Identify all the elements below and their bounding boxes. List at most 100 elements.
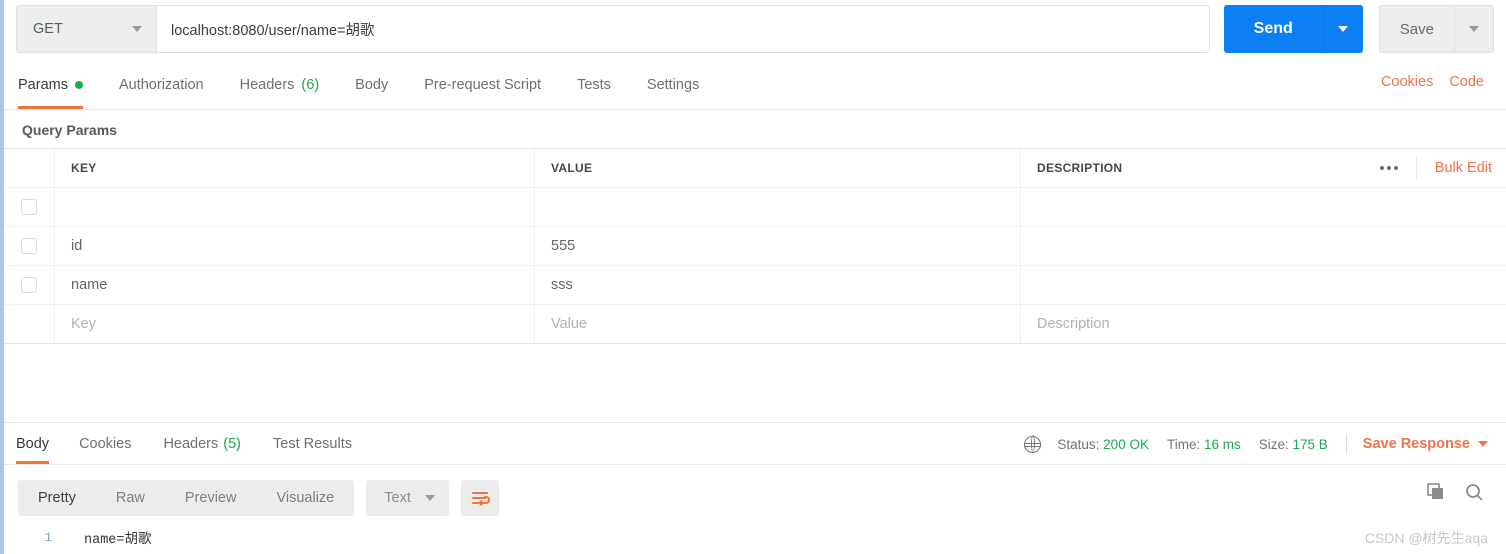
tab-label: Body xyxy=(355,76,389,93)
tab-body[interactable]: Body xyxy=(337,60,406,109)
vertical-divider xyxy=(1345,434,1347,454)
tab-params[interactable]: Params xyxy=(4,60,101,109)
save-response-label: Save Response xyxy=(1362,436,1470,452)
row-checkbox-cell xyxy=(4,266,55,304)
chevron-down-icon xyxy=(1478,441,1488,447)
tab-label: Cookies xyxy=(79,435,132,452)
http-method-select[interactable]: GET xyxy=(16,5,156,53)
row-checkbox-cell xyxy=(4,188,55,226)
table-row[interactable]: id 555 xyxy=(4,227,1506,266)
tab-label: Params xyxy=(18,76,68,93)
size-value: 175 B xyxy=(1292,436,1328,452)
http-method-label: GET xyxy=(33,21,63,37)
more-options-icon[interactable] xyxy=(1362,157,1417,179)
globe-icon xyxy=(1023,435,1042,453)
row-value-cell[interactable]: 555 xyxy=(535,227,1021,265)
tab-tests[interactable]: Tests xyxy=(559,60,629,109)
view-mode-preview[interactable]: Preview xyxy=(165,480,257,516)
save-options-button[interactable] xyxy=(1454,5,1494,53)
row-description-cell[interactable] xyxy=(1021,266,1506,304)
chevron-down-icon xyxy=(132,26,142,32)
tab-label: Settings xyxy=(646,76,700,93)
cookies-link[interactable]: Cookies xyxy=(1381,74,1433,90)
table-header-tools: Bulk Edit xyxy=(1362,149,1492,187)
view-mode-pretty[interactable]: Pretty xyxy=(18,480,96,516)
response-size-group: Size: 175 B xyxy=(1259,437,1328,452)
table-header-row: KEY VALUE DESCRIPTION Bulk Edit xyxy=(4,149,1506,188)
save-button[interactable]: Save xyxy=(1378,5,1454,53)
new-value-placeholder: Value xyxy=(551,316,588,332)
code-link[interactable]: Code xyxy=(1449,74,1484,90)
word-wrap-icon xyxy=(471,492,490,507)
row-description-cell[interactable] xyxy=(1021,188,1506,226)
search-icon[interactable] xyxy=(1464,482,1484,502)
row-key-value: name xyxy=(71,277,108,293)
tab-label: Headers xyxy=(163,435,219,452)
line-number: 1 xyxy=(44,529,52,545)
status-code-group: Status: 200 OK xyxy=(1057,437,1149,452)
row-checkbox-cell xyxy=(4,227,55,265)
column-header-key: KEY xyxy=(71,161,97,175)
row-value-value: 555 xyxy=(551,238,576,254)
response-format-label: Text xyxy=(384,490,411,506)
new-value-cell[interactable]: Value xyxy=(535,305,1021,343)
response-viewer-actions xyxy=(1426,482,1484,502)
table-row[interactable]: name sss xyxy=(4,266,1506,305)
tab-pre-request-script[interactable]: Pre-request Script xyxy=(406,60,559,109)
request-url-bar: GET Send Save xyxy=(4,0,1506,58)
row-description-cell[interactable] xyxy=(1021,227,1506,265)
send-button[interactable]: Send xyxy=(1223,5,1323,53)
tab-count-badge: (6) xyxy=(301,76,320,93)
row-key-cell[interactable]: name xyxy=(55,266,535,304)
response-tab-test-results[interactable]: Test Results xyxy=(257,423,368,464)
row-key-value: id xyxy=(71,238,83,254)
response-status-bar: Status: 200 OK Time: 16 ms Size: 175 B S… xyxy=(1023,434,1488,454)
watermark: CSDN @树先生aqa xyxy=(1364,530,1488,546)
tab-count-badge: (5) xyxy=(223,435,241,452)
response-body-content[interactable]: 1 name=胡歌 xyxy=(4,524,1506,554)
save-button-group: Save xyxy=(1378,5,1494,53)
tab-label: Headers xyxy=(239,76,295,93)
row-value-cell[interactable]: sss xyxy=(535,266,1021,304)
row-checkbox[interactable] xyxy=(21,199,37,215)
row-value-cell[interactable] xyxy=(535,188,1021,226)
header-value-cell: VALUE xyxy=(535,149,1021,187)
row-key-cell[interactable] xyxy=(55,188,535,226)
response-format-select[interactable]: Text xyxy=(366,480,449,516)
row-checkbox-cell xyxy=(4,305,55,343)
new-description-cell[interactable]: Description xyxy=(1021,305,1506,343)
new-key-cell[interactable]: Key xyxy=(55,305,535,343)
bulk-edit-button[interactable]: Bulk Edit xyxy=(1417,160,1492,176)
line-text: name=胡歌 xyxy=(84,532,152,548)
status-badge: 200 OK xyxy=(1103,436,1149,452)
status-label: Status: xyxy=(1057,436,1100,452)
copy-icon[interactable] xyxy=(1426,482,1446,502)
row-checkbox[interactable] xyxy=(21,238,37,254)
save-response-button[interactable]: Save Response xyxy=(1363,436,1488,452)
chevron-down-icon xyxy=(1469,26,1479,32)
table-row[interactable] xyxy=(4,188,1506,227)
send-options-button[interactable] xyxy=(1322,5,1363,53)
tab-headers[interactable]: Headers (6) xyxy=(222,60,338,109)
code-line: 1 name=胡歌 xyxy=(4,524,1506,550)
view-mode-raw[interactable]: Raw xyxy=(96,480,165,516)
response-tab-body[interactable]: Body xyxy=(4,423,63,464)
row-key-cell[interactable]: id xyxy=(55,227,535,265)
table-row-placeholder[interactable]: Key Value Description xyxy=(4,305,1506,344)
time-value: 16 ms xyxy=(1203,436,1241,452)
request-url-input[interactable] xyxy=(156,5,1210,53)
response-tab-cookies[interactable]: Cookies xyxy=(63,423,147,464)
send-button-group: Send xyxy=(1223,5,1363,53)
tab-authorization[interactable]: Authorization xyxy=(101,60,222,109)
row-checkbox[interactable] xyxy=(21,277,37,293)
response-viewer-toolbar: Pretty Raw Preview Visualize Text xyxy=(4,476,1506,520)
new-key-placeholder: Key xyxy=(71,316,96,332)
tab-settings[interactable]: Settings xyxy=(629,60,717,109)
chevron-down-icon xyxy=(424,495,435,501)
response-tab-headers[interactable]: Headers (5) xyxy=(147,423,257,464)
word-wrap-toggle[interactable] xyxy=(460,480,499,516)
request-tab-bar: Params Authorization Headers (6) Body Pr… xyxy=(4,60,1506,110)
postman-window: GET Send Save Params Authorization Heade… xyxy=(0,0,1506,554)
view-mode-visualize[interactable]: Visualize xyxy=(256,480,354,516)
chevron-down-icon xyxy=(1338,26,1349,32)
